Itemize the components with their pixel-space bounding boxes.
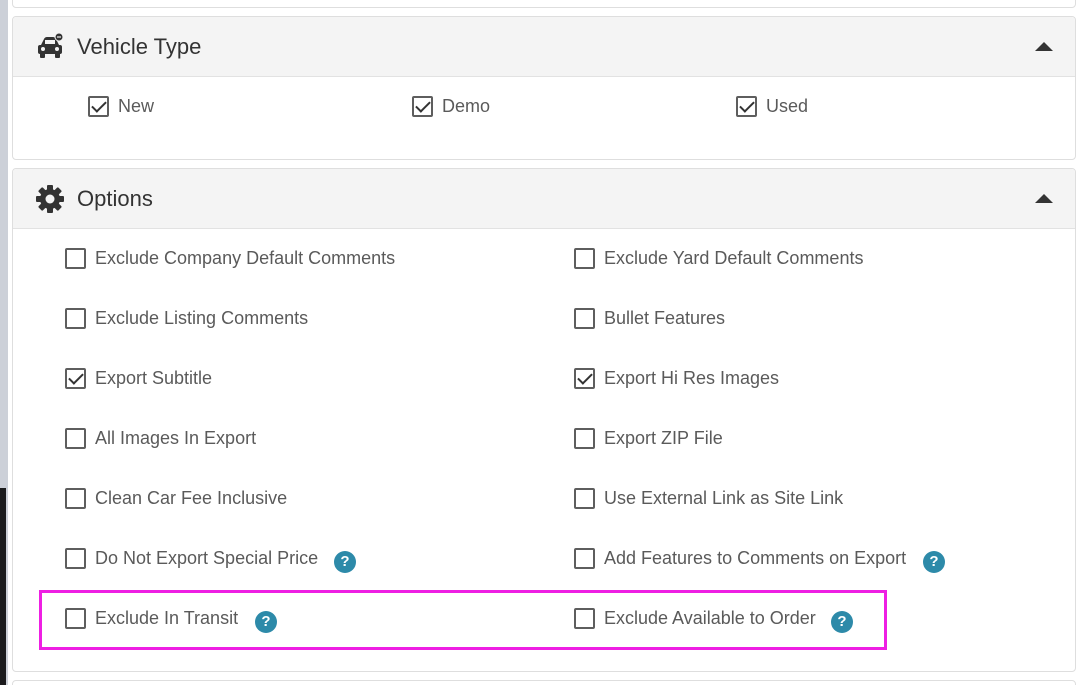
checkbox-add-features-to-comments-on-export[interactable]: Add Features to Comments on Export — [574, 546, 906, 570]
checkbox-exclude-company-default-comments[interactable]: Exclude Company Default Comments — [65, 246, 395, 270]
checkbox-export-hi-res-images[interactable]: Export Hi Res Images — [574, 366, 779, 390]
checkbox-clean-car-fee-inclusive[interactable]: Clean Car Fee Inclusive — [65, 486, 287, 510]
vehicle-type-header[interactable]: Vehicle Type — [13, 17, 1075, 77]
vehicle-type-title: Vehicle Type — [77, 34, 202, 59]
checkbox-used[interactable]: Used — [736, 94, 808, 118]
checkbox-exclude-in-transit[interactable]: Exclude In Transit — [65, 606, 238, 630]
help-icon[interactable]: ? — [923, 551, 945, 573]
checkbox-label: Exclude Listing Comments — [95, 307, 309, 328]
checkbox-label: Exclude In Transit — [95, 607, 239, 628]
checkbox-bullet-features[interactable]: Bullet Features — [574, 306, 725, 330]
checkbox-do-not-export-special-price[interactable]: Do Not Export Special Price — [65, 546, 318, 570]
checkbox-label: Add Features to Comments on Export — [604, 547, 907, 568]
checkbox-label: Demo — [442, 95, 491, 116]
options-title: Options — [77, 186, 153, 211]
previous-panel — [12, 0, 1076, 8]
checkbox-export-zip-file[interactable]: Export ZIP File — [574, 426, 723, 450]
checkbox-box[interactable] — [65, 247, 86, 269]
checkbox-box[interactable] — [65, 487, 86, 509]
checkbox-new[interactable]: New — [88, 94, 154, 118]
checkbox-label: Exclude Yard Default Comments — [604, 247, 864, 268]
options-panel: Options — [12, 168, 1076, 672]
checkbox-all-images-in-export[interactable]: All Images In Export — [65, 426, 256, 450]
checkbox-box[interactable] — [412, 95, 433, 117]
checkbox-label: Bullet Features — [604, 307, 726, 328]
checkbox-label: All Images In Export — [95, 427, 257, 448]
checkbox-label: Exclude Available to Order — [604, 607, 816, 628]
checkbox-label: Export Hi Res Images — [604, 367, 780, 388]
checkbox-label: Clean Car Fee Inclusive — [95, 487, 288, 508]
checkbox-box[interactable] — [65, 607, 86, 629]
checkbox-exclude-yard-default-comments[interactable]: Exclude Yard Default Comments — [574, 246, 863, 270]
checkbox-box[interactable] — [574, 487, 595, 509]
checkbox-box[interactable] — [65, 547, 86, 569]
collapse-caret-icon[interactable] — [1035, 194, 1053, 203]
checkbox-label: Do Not Export Special Price — [95, 547, 319, 568]
checkbox-box[interactable] — [736, 95, 757, 117]
vehicle-type-panel: Vehicle Type — [12, 16, 1076, 160]
checkbox-demo[interactable]: Demo — [412, 94, 490, 118]
checkbox-box[interactable] — [65, 427, 86, 449]
checkbox-label: Export ZIP File — [604, 427, 723, 448]
checkbox-box[interactable] — [574, 427, 595, 449]
checkbox-box[interactable] — [574, 307, 595, 329]
options-header[interactable]: Options — [13, 169, 1075, 229]
collapse-caret-icon[interactable] — [1035, 42, 1053, 51]
checkbox-label: New — [118, 95, 155, 116]
checkbox-box[interactable] — [65, 367, 86, 389]
help-icon[interactable]: ? — [255, 611, 277, 633]
window-edge-dark — [0, 488, 6, 685]
next-panel — [12, 680, 1076, 685]
checkbox-export-subtitle[interactable]: Export Subtitle — [65, 366, 212, 390]
help-icon[interactable]: ? — [831, 611, 853, 633]
help-icon[interactable]: ? — [334, 551, 356, 573]
checkbox-exclude-listing-comments[interactable]: Exclude Listing Comments — [65, 306, 308, 330]
checkbox-box[interactable] — [574, 547, 595, 569]
checkbox-box[interactable] — [574, 607, 595, 629]
checkbox-label: Exclude Company Default Comments — [95, 247, 396, 268]
checkbox-box[interactable] — [65, 307, 86, 329]
checkbox-label: Export Subtitle — [95, 367, 213, 388]
checkbox-use-external-link-as-site-link[interactable]: Use External Link as Site Link — [574, 486, 843, 510]
checkbox-box[interactable] — [88, 95, 109, 117]
checkbox-label: Used — [766, 95, 809, 116]
gear-icon — [36, 185, 64, 213]
checkbox-exclude-available-to-order[interactable]: Exclude Available to Order — [574, 606, 816, 630]
checkbox-label: Use External Link as Site Link — [604, 487, 844, 508]
checkbox-box[interactable] — [574, 247, 595, 269]
car-icon — [38, 32, 64, 58]
checkbox-box[interactable] — [574, 367, 595, 389]
